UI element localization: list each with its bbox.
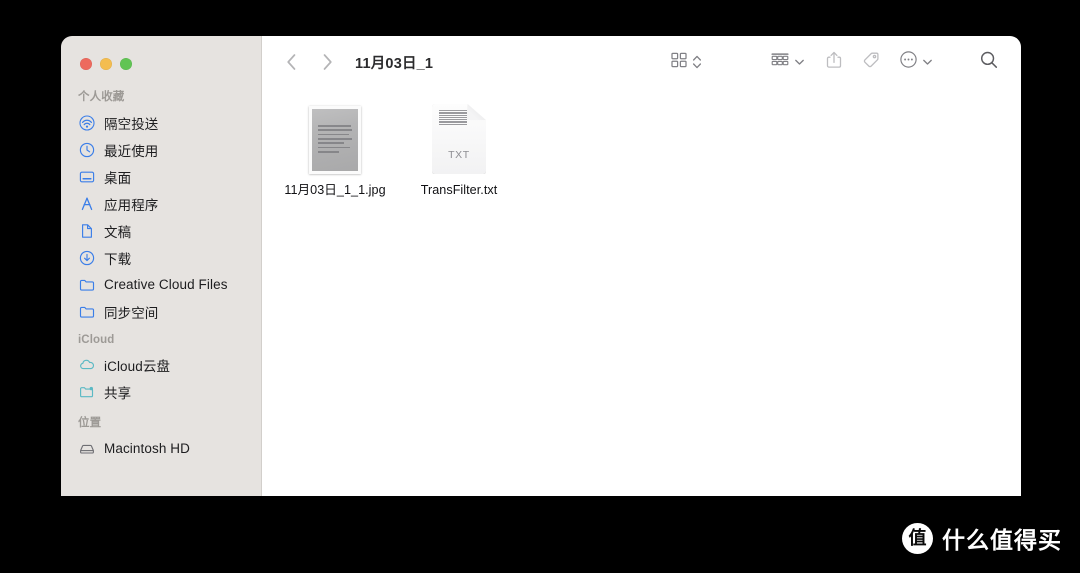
tag-icon [861,50,881,75]
folder-icon [78,276,95,293]
group-by-list-icon [770,51,790,74]
file-item[interactable]: 11月03日_1_1.jpg [279,98,391,198]
sidebar-item-recents[interactable]: 最近使用 [61,136,261,163]
sidebar-item-label: Macintosh HD [104,441,190,456]
file-type-badge: TXT [448,149,470,161]
sidebar-section-header-favorites: 个人收藏 [78,91,125,103]
file-item[interactable]: TXT TransFilter.txt [403,98,515,198]
search-icon [979,50,999,75]
sidebar-item-sync-space[interactable]: 同步空间 [61,298,261,325]
sidebar-item-creative-cloud-files[interactable]: Creative Cloud Files [61,271,261,298]
navigation-buttons [280,49,338,75]
main-pane: 11月03日_1 11月03日_1_1.jpg TXT TransFilter.… [262,36,1021,496]
sidebar-item-label: 文稿 [104,224,132,240]
desktop-icon [78,168,95,185]
chevron-down-icon [922,53,933,71]
share-button[interactable] [825,49,843,75]
minimize-button[interactable] [100,58,112,70]
sidebar-item-downloads[interactable]: 下载 [61,244,261,271]
sidebar-item-label: 隔空投送 [104,116,159,132]
sidebar-item-label: 最近使用 [104,143,159,159]
sidebar: 个人收藏 隔空投送 最近使用 桌面 应用程序 文稿 下载 Creative Cl… [61,36,262,496]
toolbar: 11月03日_1 [262,36,1021,88]
cloud-icon [78,356,95,373]
sidebar-section-icloud: iCloud iCloud云盘 共享 [61,334,261,405]
sidebar-item-airdrop[interactable]: 隔空投送 [61,109,261,136]
search-button[interactable] [979,49,999,75]
airdrop-icon [78,114,95,131]
sidebar-item-shared[interactable]: 共享 [61,378,261,405]
chevron-down-icon [794,53,805,71]
ellipsis-circle-icon [899,50,918,74]
sidebar-item-label: iCloud云盘 [104,358,171,374]
hard-drive-icon [78,440,95,457]
back-button[interactable] [280,49,302,75]
tag-button[interactable] [861,49,881,75]
finder-window: 个人收藏 隔空投送 最近使用 桌面 应用程序 文稿 下载 Creative Cl… [61,36,1021,496]
jpg-thumbnail [309,102,361,174]
page-title: 11月03日_1 [355,55,434,72]
sidebar-section-header-locations: 位置 [78,417,102,429]
txt-preview-lines [439,110,467,125]
forward-button[interactable] [316,49,338,75]
watermark-logo-icon: 值 [902,522,933,554]
watermark: 值 什么值得买 [902,521,1062,555]
group-by-button[interactable] [770,49,805,75]
sidebar-item-label: 共享 [104,385,132,401]
watermark-text: 什么值得买 [942,527,1062,553]
folder-icon [78,303,95,320]
clock-icon [78,141,95,158]
maximize-button[interactable] [120,58,132,70]
sidebar-item-applications[interactable]: 应用程序 [61,190,261,217]
sidebar-item-label: 桌面 [104,170,132,186]
applications-icon [78,195,95,212]
traffic-lights [61,36,261,88]
share-icon [825,50,843,75]
sidebar-item-label: 下载 [104,251,132,267]
sidebar-section-header-icloud: iCloud [78,334,115,346]
download-icon [78,249,95,266]
sidebar-section-favorites: 个人收藏 隔空投送 最近使用 桌面 应用程序 文稿 下载 Creative Cl… [61,88,261,325]
sidebar-item-label: 应用程序 [104,197,159,213]
sidebar-item-documents[interactable]: 文稿 [61,217,261,244]
icon-view-grid-icon [670,51,688,74]
shared-folder-icon [78,383,95,400]
view-mode-button[interactable] [670,49,702,75]
sidebar-section-locations: 位置 Macintosh HD [61,414,261,462]
sidebar-item-label: 同步空间 [104,305,159,321]
file-name-label: TransFilter.txt [420,183,498,197]
sidebar-item-macintosh-hd[interactable]: Macintosh HD [61,435,261,462]
sidebar-item-icloud-drive[interactable]: iCloud云盘 [61,351,261,378]
txt-file-icon: TXT [432,102,486,174]
file-name-label: 11月03日_1_1.jpg [284,183,386,197]
more-actions-button[interactable] [899,49,933,75]
close-button[interactable] [80,58,92,70]
sidebar-item-label: Creative Cloud Files [104,277,228,292]
file-grid: 11月03日_1_1.jpg TXT TransFilter.txt [262,88,1021,198]
chevron-up-down-icon [692,53,702,71]
sidebar-item-desktop[interactable]: 桌面 [61,163,261,190]
document-icon [78,222,95,239]
